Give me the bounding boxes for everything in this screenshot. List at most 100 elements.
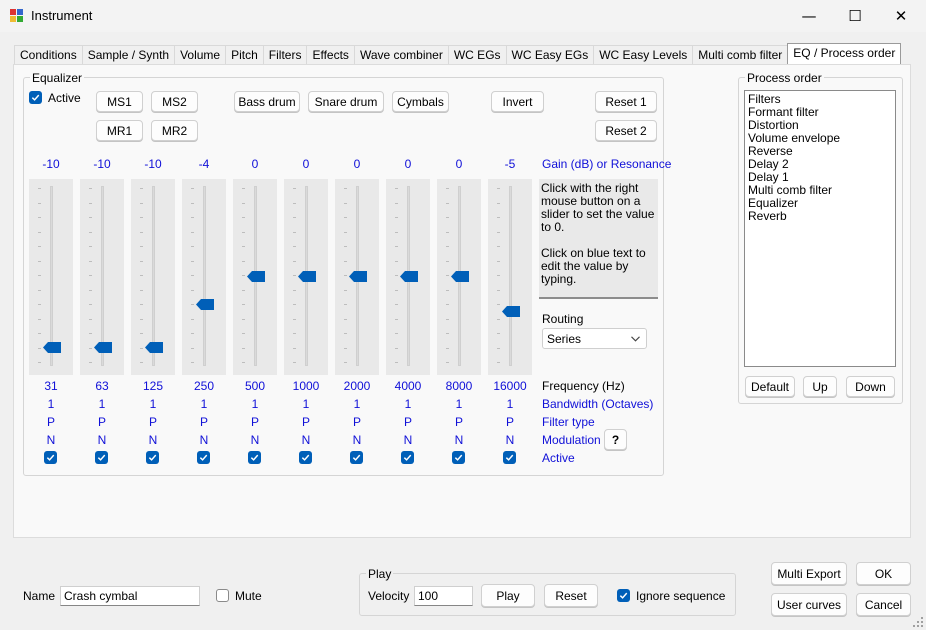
- eq-active-checkbox[interactable]: [29, 91, 42, 104]
- band-active-checkbox[interactable]: [503, 451, 516, 464]
- play-button[interactable]: Play: [481, 584, 535, 607]
- tab-sample-synth[interactable]: Sample / Synth: [81, 45, 176, 64]
- band-filter-type-value[interactable]: P: [29, 415, 73, 429]
- slider-thumb[interactable]: [349, 271, 367, 282]
- band-frequency-value[interactable]: 500: [233, 379, 277, 393]
- name-field[interactable]: Crash cymbal: [60, 586, 200, 606]
- mute-checkbox[interactable]: [216, 589, 229, 602]
- band-frequency-value[interactable]: 63: [80, 379, 124, 393]
- band-active-checkbox[interactable]: [95, 451, 108, 464]
- bass-drum-button[interactable]: Bass drum: [234, 91, 300, 112]
- band-gain-slider[interactable]: [284, 179, 328, 375]
- tab-effects[interactable]: Effects: [306, 45, 355, 64]
- band-gain-slider[interactable]: [233, 179, 277, 375]
- band-bandwidth-value[interactable]: 1: [80, 397, 124, 411]
- band-active-checkbox[interactable]: [452, 451, 465, 464]
- slider-thumb[interactable]: [451, 271, 469, 282]
- band-modulation-value[interactable]: N: [29, 433, 73, 447]
- band-modulation-value[interactable]: N: [182, 433, 226, 447]
- band-bandwidth-value[interactable]: 1: [386, 397, 430, 411]
- band-bandwidth-value[interactable]: 1: [335, 397, 379, 411]
- reset-button[interactable]: Reset: [544, 584, 598, 607]
- gain-label[interactable]: Gain (dB) or Resonance: [542, 157, 671, 171]
- band-active-checkbox[interactable]: [44, 451, 57, 464]
- slider-thumb[interactable]: [196, 299, 214, 311]
- band-bandwidth-value[interactable]: 1: [29, 397, 73, 411]
- bandwidth-label[interactable]: Bandwidth (Octaves): [542, 397, 653, 411]
- band-gain-slider[interactable]: [335, 179, 379, 375]
- band-filter-type-value[interactable]: P: [437, 415, 481, 429]
- band-gain-value[interactable]: 0: [437, 157, 481, 171]
- band-gain-value[interactable]: -10: [80, 157, 124, 171]
- band-frequency-value[interactable]: 2000: [335, 379, 379, 393]
- slider-thumb[interactable]: [247, 271, 265, 282]
- ok-button[interactable]: OK: [856, 562, 911, 585]
- band-modulation-value[interactable]: N: [284, 433, 328, 447]
- band-gain-value[interactable]: -10: [131, 157, 175, 171]
- band-active-checkbox[interactable]: [401, 451, 414, 464]
- band-modulation-value[interactable]: N: [80, 433, 124, 447]
- band-gain-value[interactable]: 0: [284, 157, 328, 171]
- multi-export-button[interactable]: Multi Export: [771, 562, 847, 585]
- reset-2-button[interactable]: Reset 2: [595, 120, 657, 141]
- band-bandwidth-value[interactable]: 1: [284, 397, 328, 411]
- band-modulation-value[interactable]: N: [437, 433, 481, 447]
- band-filter-type-value[interactable]: P: [182, 415, 226, 429]
- band-filter-type-value[interactable]: P: [386, 415, 430, 429]
- routing-select[interactable]: Series: [542, 328, 647, 349]
- slider-thumb[interactable]: [43, 341, 61, 353]
- maximize-button[interactable]: ☐: [832, 0, 878, 32]
- band-gain-value[interactable]: -4: [182, 157, 226, 171]
- tab-multi-comb-filter[interactable]: Multi comb filter: [692, 45, 789, 64]
- cymbals-button[interactable]: Cymbals: [392, 91, 449, 112]
- process-order-list[interactable]: Filters Formant filter Distortion Volume en…: [744, 90, 896, 367]
- band-filter-type-value[interactable]: P: [80, 415, 124, 429]
- filter-type-label[interactable]: Filter type: [542, 415, 595, 429]
- band-bandwidth-value[interactable]: 1: [233, 397, 277, 411]
- band-gain-slider[interactable]: [29, 179, 73, 375]
- tab-wc-easy-egs[interactable]: WC Easy EGs: [505, 45, 595, 64]
- up-button[interactable]: Up: [803, 376, 837, 397]
- band-frequency-value[interactable]: 31: [29, 379, 73, 393]
- tab-wc-easy-levels[interactable]: WC Easy Levels: [593, 45, 694, 64]
- band-gain-value[interactable]: 0: [233, 157, 277, 171]
- close-button[interactable]: ✕: [878, 0, 924, 32]
- band-filter-type-value[interactable]: P: [284, 415, 328, 429]
- minimize-button[interactable]: —: [786, 0, 832, 32]
- band-frequency-value[interactable]: 250: [182, 379, 226, 393]
- band-modulation-value[interactable]: N: [233, 433, 277, 447]
- mr2-button[interactable]: MR2: [151, 120, 198, 141]
- tab-volume[interactable]: Volume: [174, 45, 227, 64]
- band-active-checkbox[interactable]: [350, 451, 363, 464]
- band-frequency-value[interactable]: 4000: [386, 379, 430, 393]
- band-gain-slider[interactable]: [386, 179, 430, 375]
- tab-wc-egs[interactable]: WC EGs: [447, 45, 507, 64]
- band-active-checkbox[interactable]: [299, 451, 312, 464]
- resize-grip-icon[interactable]: [912, 616, 924, 628]
- band-bandwidth-value[interactable]: 1: [437, 397, 481, 411]
- band-gain-slider[interactable]: [80, 179, 124, 375]
- band-bandwidth-value[interactable]: 1: [488, 397, 532, 411]
- slider-thumb[interactable]: [502, 306, 520, 318]
- invert-button[interactable]: Invert: [491, 91, 544, 112]
- band-active-checkbox[interactable]: [197, 451, 210, 464]
- band-gain-value[interactable]: -5: [488, 157, 532, 171]
- tab-eq-process-order[interactable]: EQ / Process order: [787, 43, 902, 64]
- band-active-checkbox[interactable]: [248, 451, 261, 464]
- band-bandwidth-value[interactable]: 1: [131, 397, 175, 411]
- slider-thumb[interactable]: [298, 271, 316, 282]
- process-order-item[interactable]: Reverb: [748, 210, 892, 223]
- cancel-button[interactable]: Cancel: [856, 593, 911, 616]
- ms2-button[interactable]: MS2: [151, 91, 198, 112]
- band-filter-type-value[interactable]: P: [335, 415, 379, 429]
- band-gain-value[interactable]: 0: [335, 157, 379, 171]
- band-frequency-value[interactable]: 8000: [437, 379, 481, 393]
- band-active-checkbox[interactable]: [146, 451, 159, 464]
- tab-pitch[interactable]: Pitch: [225, 45, 264, 64]
- help-button[interactable]: ?: [604, 429, 627, 450]
- band-gain-slider[interactable]: [437, 179, 481, 375]
- slider-thumb[interactable]: [94, 341, 112, 353]
- velocity-field[interactable]: 100: [414, 586, 473, 606]
- tab-conditions[interactable]: Conditions: [14, 45, 83, 64]
- band-gain-slider[interactable]: [488, 179, 532, 375]
